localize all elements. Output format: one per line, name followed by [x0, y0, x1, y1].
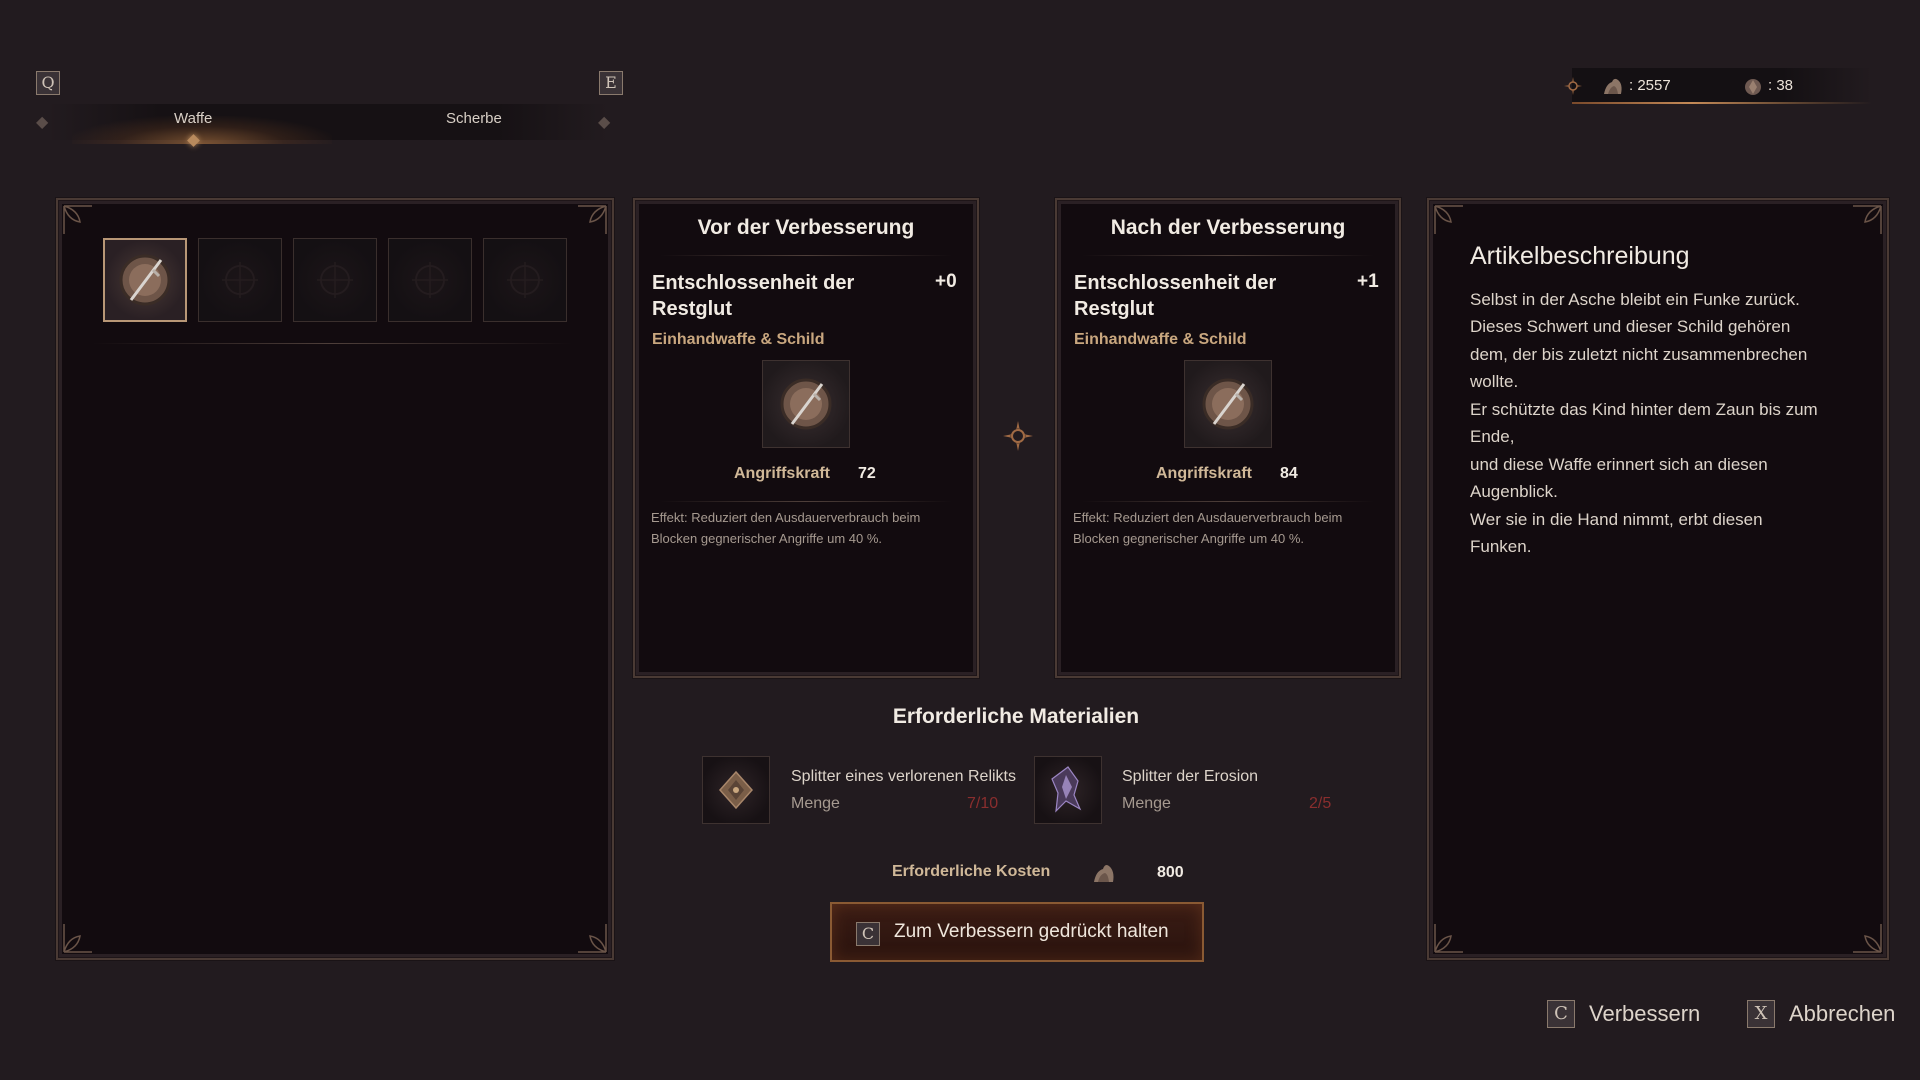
- material-qty-value: 7/10: [967, 795, 999, 812]
- before-effect-text: Effekt: Reduziert den Ausdauerverbrauch …: [651, 510, 921, 546]
- nav-left-arrow-icon: ◆: [36, 114, 49, 131]
- after-card-title: Nach der Verbesserung: [1110, 216, 1346, 239]
- nav-right-arrow-icon: ◆: [598, 114, 611, 131]
- after-effect-text: Effekt: Reduziert den Ausdauerverbrauch …: [1073, 510, 1343, 546]
- material-qty-value: 2/5: [1309, 795, 1332, 812]
- description-line: Wer sie in die Hand nimmt, erbt diesen: [1470, 510, 1763, 529]
- cancel-action-label[interactable]: Abbrechen: [1789, 1001, 1895, 1027]
- hold-button-label: Zum Verbessern gedrückt halten: [894, 921, 1169, 942]
- card-divider: [1082, 501, 1374, 502]
- prev-tab-key[interactable]: Q: [36, 71, 60, 95]
- shards-amount: : 38: [1768, 77, 1794, 94]
- before-stat-label: Angriffskraft: [734, 465, 831, 482]
- upgrade-arrow-emblem-icon: [1003, 421, 1033, 451]
- tab-weapon[interactable]: Waffe: [174, 110, 212, 127]
- after-item-name: Entschlossenheit der Restglut: [1074, 272, 1277, 320]
- hold-to-upgrade-button[interactable]: C Zum Verbessern gedrückt halten: [830, 902, 1204, 962]
- before-card-title: Vor der Verbesserung: [697, 216, 915, 239]
- description-line: und diese Waffe erinnert sich an diesen: [1470, 455, 1768, 474]
- currency-underline: [1572, 102, 1872, 104]
- ornament-corner-icon: [1433, 920, 1467, 954]
- cancel-key[interactable]: X: [1747, 1000, 1775, 1028]
- before-item-level: +0: [935, 271, 957, 292]
- upgrade-action-label[interactable]: Verbessern: [1589, 1001, 1700, 1027]
- material-name: Splitter eines verlorenen Relikts: [791, 768, 1016, 785]
- card-divider: [1082, 255, 1374, 256]
- empty-slot-icon: [412, 262, 448, 298]
- inventory-slot-empty[interactable]: [198, 238, 282, 322]
- relic-shard-icon: [718, 770, 754, 810]
- description-line: Funken.: [1470, 537, 1532, 556]
- material-icon-frame: [702, 756, 770, 824]
- sword-shield-icon: [1202, 378, 1254, 430]
- ornament-corner-icon: [574, 920, 608, 954]
- inventory-slot-empty[interactable]: [293, 238, 377, 322]
- material-name: Splitter der Erosion: [1122, 768, 1259, 785]
- ornament-corner-icon: [1849, 920, 1883, 954]
- cost-label: Erforderliche Kosten: [892, 863, 1051, 880]
- upgrade-key[interactable]: C: [1547, 1000, 1575, 1028]
- ornament-corner-icon: [1433, 204, 1467, 238]
- after-stat-label: Angriffskraft: [1156, 465, 1253, 482]
- description-panel: [1427, 198, 1889, 960]
- souls-currency-icon: [1604, 78, 1622, 94]
- ornament-corner-icon: [1849, 204, 1883, 238]
- inventory-slot-selected[interactable]: [103, 238, 187, 322]
- next-tab-key[interactable]: E: [599, 71, 623, 95]
- inventory-slot-empty[interactable]: [483, 238, 567, 322]
- description-line: Ende,: [1470, 427, 1515, 446]
- cost-value: 800: [1157, 864, 1184, 881]
- before-item-type: Einhandwaffe & Schild: [652, 331, 825, 348]
- description-line: dem, der bis zuletzt nicht zusammenbrech…: [1470, 345, 1808, 364]
- description-title: Artikelbeschreibung: [1470, 242, 1690, 270]
- ornament-corner-icon: [574, 204, 608, 238]
- after-item-level: +1: [1357, 271, 1379, 292]
- after-item-type: Einhandwaffe & Schild: [1074, 331, 1247, 348]
- ember-emblem-icon: [1564, 77, 1582, 95]
- sword-shield-icon: [780, 378, 832, 430]
- ornament-corner-icon: [62, 204, 96, 238]
- material-qty-label: Menge: [1122, 795, 1171, 812]
- inventory-divider: [92, 343, 572, 344]
- erosion-shard-icon: [1051, 766, 1082, 813]
- material-qty-label: Menge: [791, 795, 840, 812]
- before-item-icon-frame: [762, 360, 850, 448]
- after-stat-value: 84: [1280, 465, 1298, 482]
- shards-currency-icon: [1745, 79, 1761, 95]
- sword-shield-icon: [119, 254, 171, 306]
- souls-currency-icon: [1094, 865, 1114, 882]
- ornament-corner-icon: [62, 920, 96, 954]
- card-divider: [660, 501, 952, 502]
- hold-key: C: [856, 922, 880, 946]
- empty-slot-icon: [222, 262, 258, 298]
- description-line: Er schützte das Kind hinter dem Zaun bis…: [1470, 400, 1818, 419]
- tab-shard[interactable]: Scherbe: [446, 110, 502, 127]
- description-line: Dieses Schwert und dieser Schild gehören: [1470, 317, 1791, 336]
- after-item-icon-frame: [1184, 360, 1272, 448]
- empty-slot-icon: [507, 262, 543, 298]
- empty-slot-icon: [317, 262, 353, 298]
- inventory-slot-empty[interactable]: [388, 238, 472, 322]
- before-stat-value: 72: [858, 465, 876, 482]
- souls-amount: : 2557: [1629, 77, 1671, 94]
- description-line: Selbst in der Asche bleibt ein Funke zur…: [1470, 290, 1800, 309]
- before-item-name: Entschlossenheit der Restglut: [652, 272, 855, 320]
- material-icon-frame: [1034, 756, 1102, 824]
- description-line: wollte.: [1470, 372, 1519, 391]
- materials-title: Erforderliche Materialien: [892, 705, 1140, 728]
- description-line: Augenblick.: [1470, 482, 1558, 501]
- card-divider: [660, 255, 952, 256]
